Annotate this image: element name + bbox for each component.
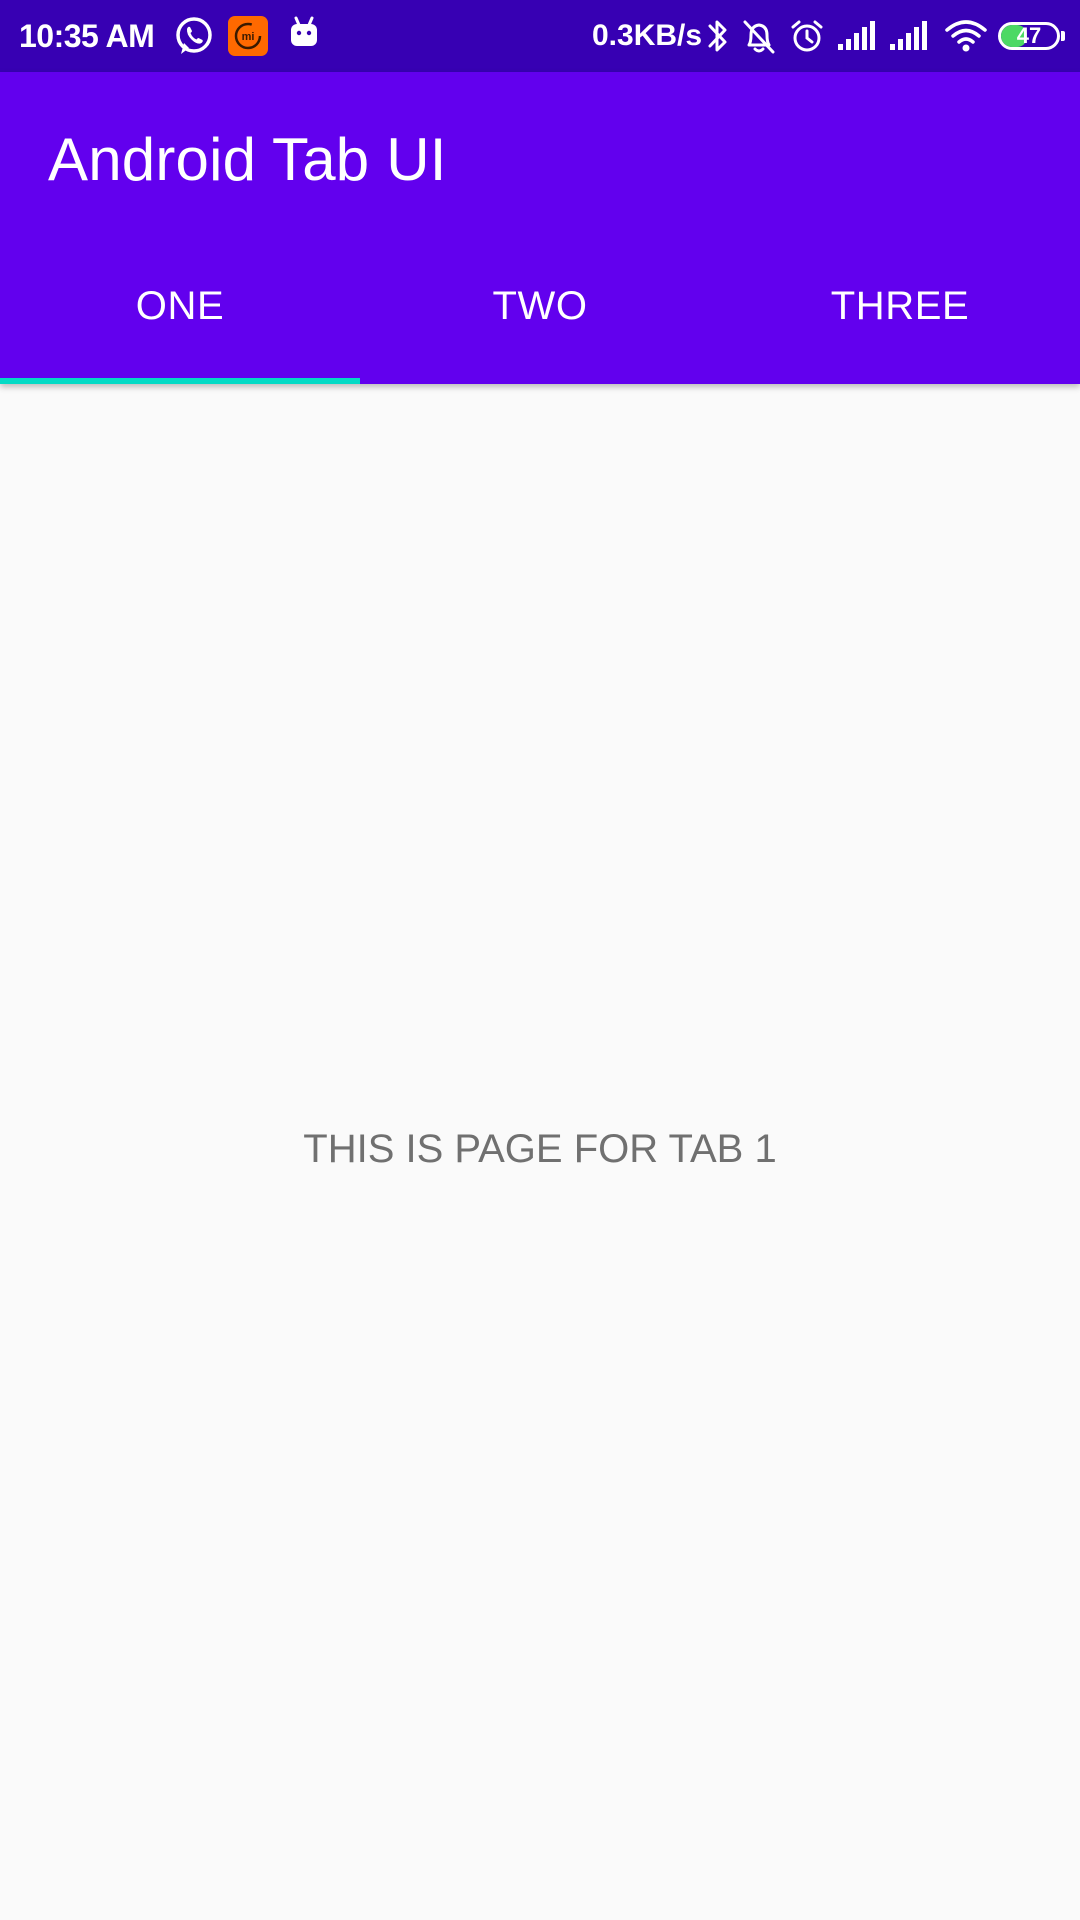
battery-tip [1061, 31, 1065, 41]
signal-2-icon [890, 21, 927, 50]
status-time: 10:35 AM [19, 18, 155, 54]
app-bar: Android Tab UI ONE TWO THREE [0, 72, 1080, 384]
tab-three[interactable]: THREE [720, 240, 1080, 384]
bluetooth-icon [708, 20, 727, 52]
whatsapp-icon [176, 17, 212, 54]
signal-1-icon [838, 21, 875, 50]
status-bar: 10:35 AM mi 0.3KB/s 47 [0, 0, 1080, 72]
alarm-icon [791, 20, 823, 52]
mi-app-icon: mi [228, 16, 268, 56]
svg-text:mi: mi [242, 31, 255, 43]
battery-icon: 47 [998, 22, 1060, 50]
battery-level: 47 [1016, 23, 1042, 48]
tab-two[interactable]: TWO [360, 240, 720, 384]
page-message: THIS IS PAGE FOR TAB 1 [303, 1127, 777, 1171]
tab-bar: ONE TWO THREE [0, 240, 1080, 384]
wifi-icon [945, 20, 987, 52]
silent-bell-icon [743, 20, 775, 54]
network-speed: 0.3KB/s [592, 19, 703, 52]
tab-one[interactable]: ONE [0, 240, 360, 384]
tab-page-content: THIS IS PAGE FOR TAB 1 [0, 384, 1080, 1920]
android-robot-icon [291, 16, 317, 46]
app-title: Android Tab UI [48, 126, 447, 193]
